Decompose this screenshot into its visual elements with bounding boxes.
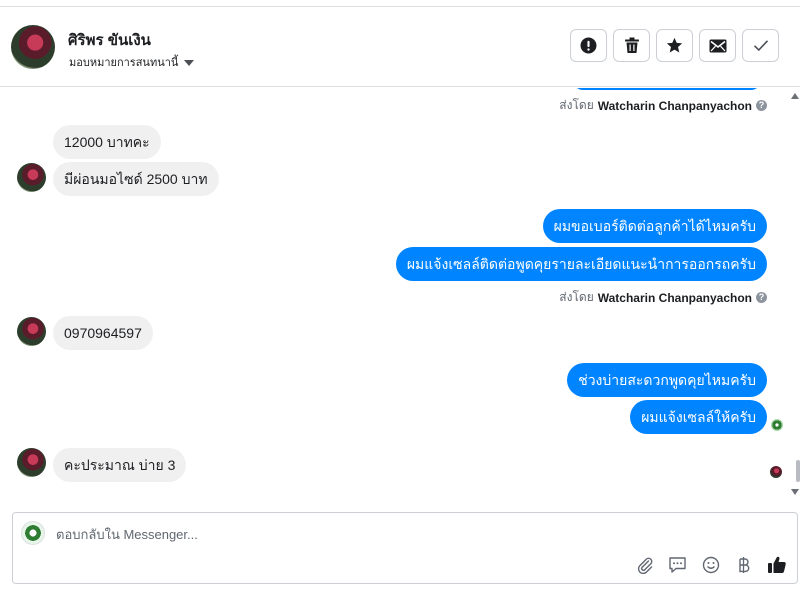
contact-name[interactable]: ศิริพร ขันเงิน <box>68 28 151 52</box>
composer-toolbar <box>634 554 787 575</box>
question-icon[interactable]: ? <box>756 100 767 111</box>
incoming-message[interactable]: 12000 บาทคะ <box>53 125 161 159</box>
envelope-icon <box>709 39 726 52</box>
page-seen-indicator <box>771 419 783 431</box>
incoming-message[interactable]: 0970964597 <box>53 316 153 350</box>
saved-reply-icon[interactable] <box>667 554 688 575</box>
outgoing-message[interactable]: ผมแจ้งเซลล์ติดต่อพูดคุยรายละเอียดแนะนำกา… <box>395 247 767 281</box>
emoji-icon[interactable] <box>700 554 721 575</box>
reply-composer <box>12 512 798 584</box>
exclamation-icon <box>580 37 597 54</box>
header-actions <box>570 29 779 62</box>
message-thread[interactable]: ส่งโดย Watcharin Chanpanyachon ? 12000 บ… <box>0 88 800 508</box>
question-icon[interactable]: ? <box>756 292 767 303</box>
contact-seen-indicator <box>770 466 782 478</box>
previous-outgoing-bubble <box>573 88 761 90</box>
assign-label: มอบหมายการสนทนานี้ <box>69 57 179 69</box>
sender-name: Watcharin Chanpanyachon <box>597 98 752 113</box>
check-icon <box>753 40 768 52</box>
sent-by-prefix: ส่งโดย <box>559 98 594 112</box>
contact-avatar-small[interactable] <box>17 163 46 192</box>
outgoing-message[interactable]: ช่วงบ่ายสะดวกพูดคุยไหมครับ <box>567 363 767 397</box>
outgoing-message[interactable]: ผมขอเบอร์ติดต่อลูกค้าได้ไหมครับ <box>542 209 767 243</box>
scrollbar-thumb[interactable] <box>796 460 800 482</box>
scroll-down-arrow[interactable] <box>791 489 799 495</box>
like-icon[interactable] <box>766 554 787 575</box>
mark-done-button[interactable] <box>742 29 779 62</box>
attach-icon[interactable] <box>634 554 655 575</box>
contact-avatar[interactable] <box>11 25 55 69</box>
mark-unread-button[interactable] <box>699 29 736 62</box>
sent-by-prefix: ส่งโดย <box>559 290 594 304</box>
sender-name: Watcharin Chanpanyachon <box>597 290 752 305</box>
incoming-message[interactable]: มีผ่อนมอไซด์ 2500 บาท <box>53 162 219 196</box>
outgoing-message[interactable]: ผมแจ้งเซลล์ให้ครับ <box>630 400 767 434</box>
delete-button[interactable] <box>613 29 650 62</box>
sent-by-label: ส่งโดย Watcharin Chanpanyachon ? <box>559 288 767 307</box>
scroll-up-arrow[interactable] <box>791 93 799 99</box>
page-avatar <box>21 521 45 545</box>
conversation-header: ศิริพร ขันเงิน มอบหมายการสนทนานี้ <box>0 7 800 87</box>
caret-down-icon <box>184 59 195 66</box>
assign-conversation-dropdown[interactable]: มอบหมายการสนทนานี้ <box>69 53 195 71</box>
sent-by-label: ส่งโดย Watcharin Chanpanyachon ? <box>559 96 767 115</box>
reply-input[interactable] <box>56 525 656 543</box>
contact-avatar-small[interactable] <box>17 317 46 346</box>
mark-spam-button[interactable] <box>570 29 607 62</box>
star-button[interactable] <box>656 29 693 62</box>
contact-avatar-small[interactable] <box>17 448 46 477</box>
baht-icon[interactable] <box>733 554 754 575</box>
star-icon <box>666 37 683 53</box>
incoming-message[interactable]: คะประมาณ บ่าย 3 <box>53 448 187 482</box>
trash-icon <box>624 37 639 53</box>
